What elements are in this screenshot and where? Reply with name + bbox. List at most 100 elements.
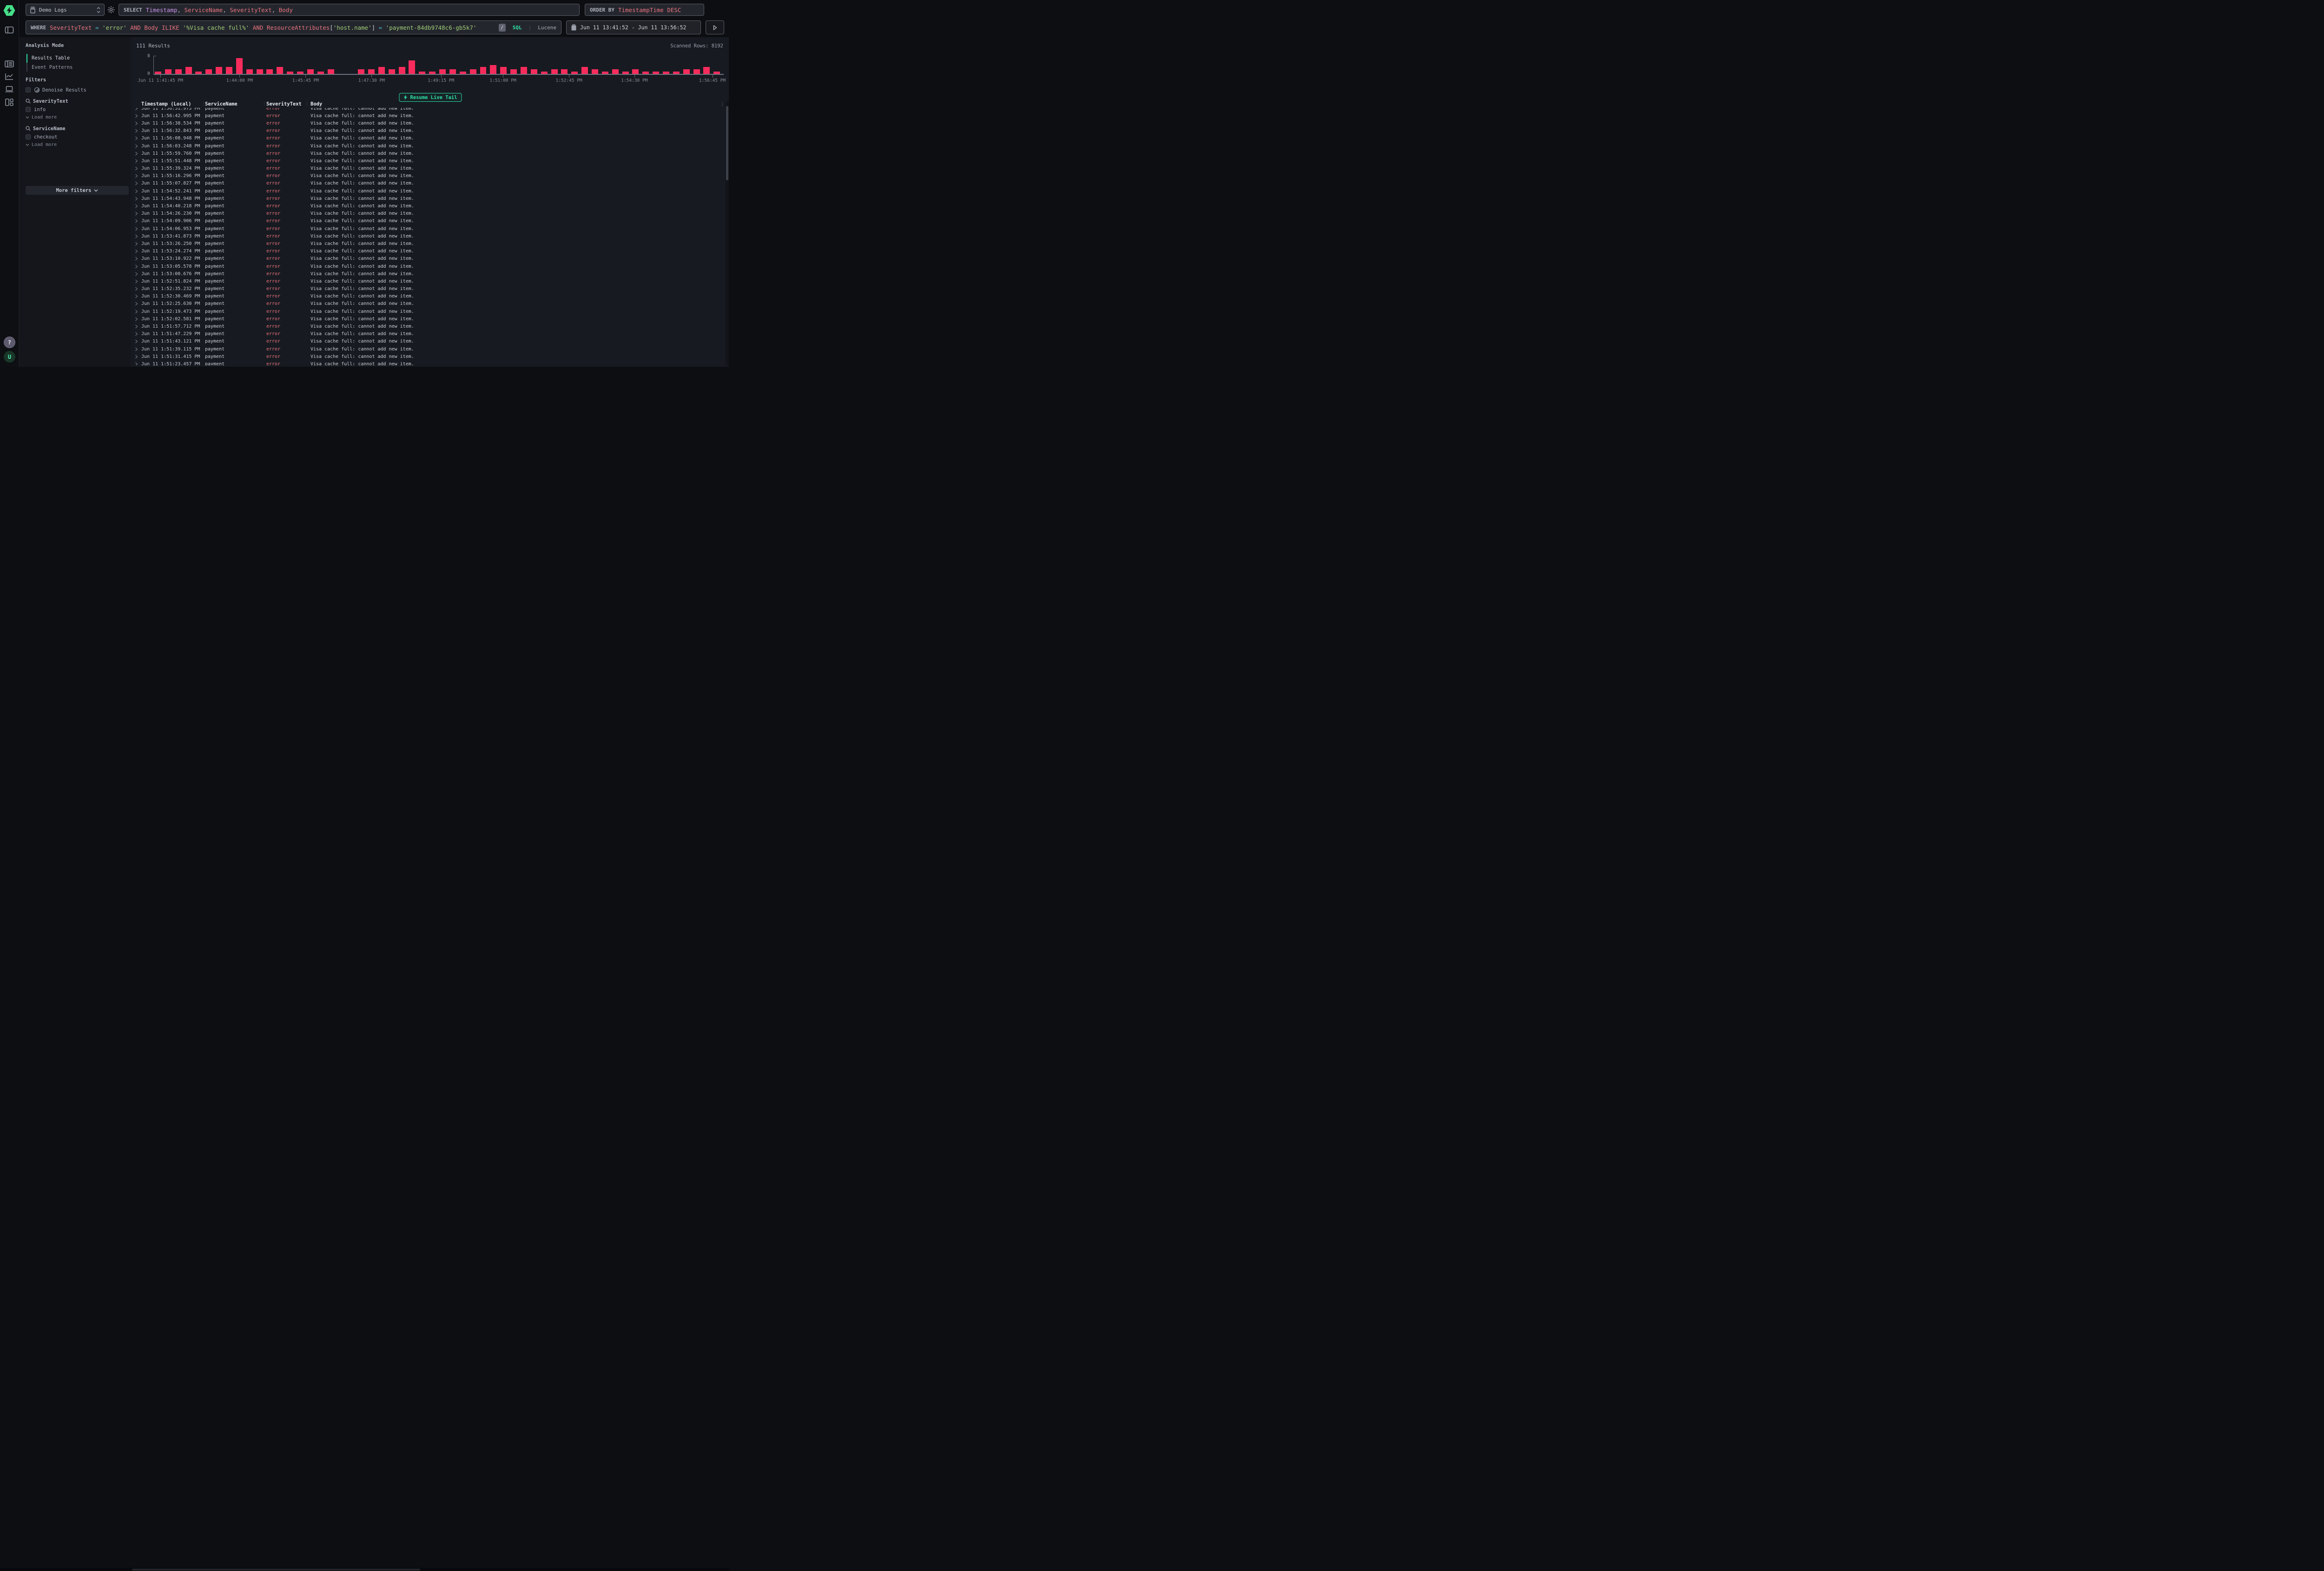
load-more-servicename[interactable]: Load more: [26, 142, 57, 147]
facet-option-checkout[interactable]: checkout: [34, 134, 58, 140]
run-query-button[interactable]: [706, 20, 724, 34]
histogram-bar[interactable]: [541, 56, 551, 74]
histogram-bar[interactable]: [266, 56, 277, 74]
log-row[interactable]: Jun 11 1:56:32.843 PMpaymenterrorVisa ca…: [132, 127, 729, 135]
row-expand-icon[interactable]: [135, 174, 141, 178]
histogram-bar[interactable]: [551, 56, 561, 74]
row-expand-icon[interactable]: [135, 264, 141, 269]
results-histogram[interactable]: 8 0 Jun 11 1:41:45 PM1:44:00 PM1:45:45 P…: [132, 53, 729, 85]
log-row[interactable]: Jun 11 1:54:09.906 PMpaymenterrorVisa ca…: [132, 218, 729, 225]
histogram-bar[interactable]: [297, 56, 307, 74]
histogram-bar[interactable]: [683, 56, 693, 74]
log-row[interactable]: Jun 11 1:54:26.230 PMpaymenterrorVisa ca…: [132, 210, 729, 218]
log-row[interactable]: Jun 11 1:56:08.948 PMpaymenterrorVisa ca…: [132, 135, 729, 142]
row-expand-icon[interactable]: [135, 227, 141, 231]
histogram-bar[interactable]: [226, 56, 236, 74]
row-expand-icon[interactable]: [135, 302, 141, 306]
log-row[interactable]: Jun 11 1:54:06.953 PMpaymenterrorVisa ca…: [132, 225, 729, 232]
histogram-bar[interactable]: [673, 56, 683, 74]
row-expand-icon[interactable]: [135, 257, 141, 261]
histogram-bar[interactable]: [175, 56, 185, 74]
log-row[interactable]: Jun 11 1:54:43.948 PMpaymenterrorVisa ca…: [132, 195, 729, 202]
row-expand-icon[interactable]: [135, 294, 141, 298]
log-row[interactable]: Jun 11 1:56:38.534 PMpaymenterrorVisa ca…: [132, 119, 729, 127]
row-expand-icon[interactable]: [135, 242, 141, 246]
log-row[interactable]: Jun 11 1:53:24.274 PMpaymenterrorVisa ca…: [132, 248, 729, 255]
log-row[interactable]: Jun 11 1:56:42.995 PMpaymenterrorVisa ca…: [132, 112, 729, 119]
histogram-bar[interactable]: [663, 56, 673, 74]
facet-option-checkbox[interactable]: [26, 134, 31, 139]
histogram-bar[interactable]: [419, 56, 429, 74]
histogram-bar[interactable]: [287, 56, 297, 74]
load-more-severitytext[interactable]: Load more: [26, 115, 57, 120]
histogram-bar[interactable]: [592, 56, 602, 74]
where-clause-input[interactable]: WHERE SeverityText = 'error' AND Body IL…: [26, 20, 561, 34]
log-row[interactable]: Jun 11 1:53:10.922 PMpaymenterrorVisa ca…: [132, 255, 729, 263]
denoise-checkbox[interactable]: [26, 87, 31, 92]
table-options-icon[interactable]: ⋮: [720, 102, 725, 107]
histogram-bar[interactable]: [328, 56, 338, 74]
row-expand-icon[interactable]: [135, 234, 141, 238]
log-row[interactable]: Jun 11 1:51:23.457 PMpaymenterrorVisa ca…: [132, 360, 729, 365]
row-expand-icon[interactable]: [135, 347, 141, 351]
histogram-bar[interactable]: [348, 56, 358, 74]
log-row[interactable]: Jun 11 1:56:03.248 PMpaymenterrorVisa ca…: [132, 142, 729, 150]
vertical-scrollbar-thumb[interactable]: [726, 106, 728, 180]
histogram-bar[interactable]: [205, 56, 216, 74]
col-severitytext[interactable]: SeverityText: [266, 101, 302, 107]
row-expand-icon[interactable]: [135, 287, 141, 291]
facet-severitytext[interactable]: SeverityText: [33, 99, 68, 104]
help-button[interactable]: ?: [4, 337, 15, 348]
histogram-bar[interactable]: [246, 56, 257, 74]
row-expand-icon[interactable]: [135, 339, 141, 343]
histogram-bar[interactable]: [185, 56, 196, 74]
row-expand-icon[interactable]: [135, 108, 141, 111]
log-row[interactable]: Jun 11 1:53:26.250 PMpaymenterrorVisa ca…: [132, 240, 729, 247]
search-logs-icon[interactable]: [5, 60, 14, 67]
log-row[interactable]: Jun 11 1:52:51.824 PMpaymenterrorVisa ca…: [132, 277, 729, 285]
row-expand-icon[interactable]: [135, 211, 141, 216]
app-logo-icon[interactable]: [4, 5, 15, 16]
log-row[interactable]: Jun 11 1:54:40.218 PMpaymenterrorVisa ca…: [132, 202, 729, 210]
row-expand-icon[interactable]: [135, 355, 141, 359]
histogram-bar[interactable]: [531, 56, 541, 74]
row-expand-icon[interactable]: [135, 197, 141, 201]
col-servicename[interactable]: ServiceName: [205, 101, 238, 107]
log-row[interactable]: Jun 11 1:52:25.630 PMpaymenterrorVisa ca…: [132, 300, 729, 308]
histogram-bar[interactable]: [693, 56, 704, 74]
histogram-bar[interactable]: [439, 56, 449, 74]
log-row[interactable]: Jun 11 1:54:52.241 PMpaymenterrorVisa ca…: [132, 187, 729, 195]
log-row[interactable]: Jun 11 1:55:16.296 PMpaymenterrorVisa ca…: [132, 172, 729, 180]
user-avatar[interactable]: U: [4, 351, 15, 363]
histogram-bar[interactable]: [399, 56, 409, 74]
histogram-bar[interactable]: [409, 56, 419, 74]
row-expand-icon[interactable]: [135, 136, 141, 140]
lucene-mode-toggle[interactable]: Lucene: [538, 25, 556, 31]
log-row[interactable]: Jun 11 1:55:51.448 PMpaymenterrorVisa ca…: [132, 157, 729, 165]
row-expand-icon[interactable]: [135, 189, 141, 193]
chart-explorer-icon[interactable]: [5, 73, 13, 80]
facet-option-info[interactable]: info: [34, 107, 46, 112]
row-expand-icon[interactable]: [135, 114, 141, 118]
sql-mode-toggle[interactable]: SQL: [513, 25, 522, 31]
histogram-bar[interactable]: [307, 56, 317, 74]
histogram-bar[interactable]: [155, 56, 165, 74]
histogram-bar[interactable]: [521, 56, 531, 74]
histogram-bar[interactable]: [561, 56, 571, 74]
row-expand-icon[interactable]: [135, 332, 141, 336]
log-row[interactable]: Jun 11 1:55:07.827 PMpaymenterrorVisa ca…: [132, 180, 729, 187]
log-row[interactable]: Jun 11 1:51:57.712 PMpaymenterrorVisa ca…: [132, 323, 729, 330]
histogram-bar[interactable]: [490, 56, 500, 74]
col-body[interactable]: Body: [310, 101, 322, 107]
row-expand-icon[interactable]: [135, 181, 141, 185]
col-timestamp[interactable]: Timestamp (Local): [141, 101, 191, 107]
row-expand-icon[interactable]: [135, 129, 141, 133]
dashboards-icon[interactable]: [5, 99, 13, 106]
histogram-bar[interactable]: [337, 56, 348, 74]
row-expand-icon[interactable]: [135, 204, 141, 208]
row-expand-icon[interactable]: [135, 310, 141, 314]
histogram-bar[interactable]: [378, 56, 389, 74]
more-filters-button[interactable]: More filters: [26, 186, 129, 195]
histogram-bar[interactable]: [571, 56, 581, 74]
histogram-bar[interactable]: [460, 56, 470, 74]
